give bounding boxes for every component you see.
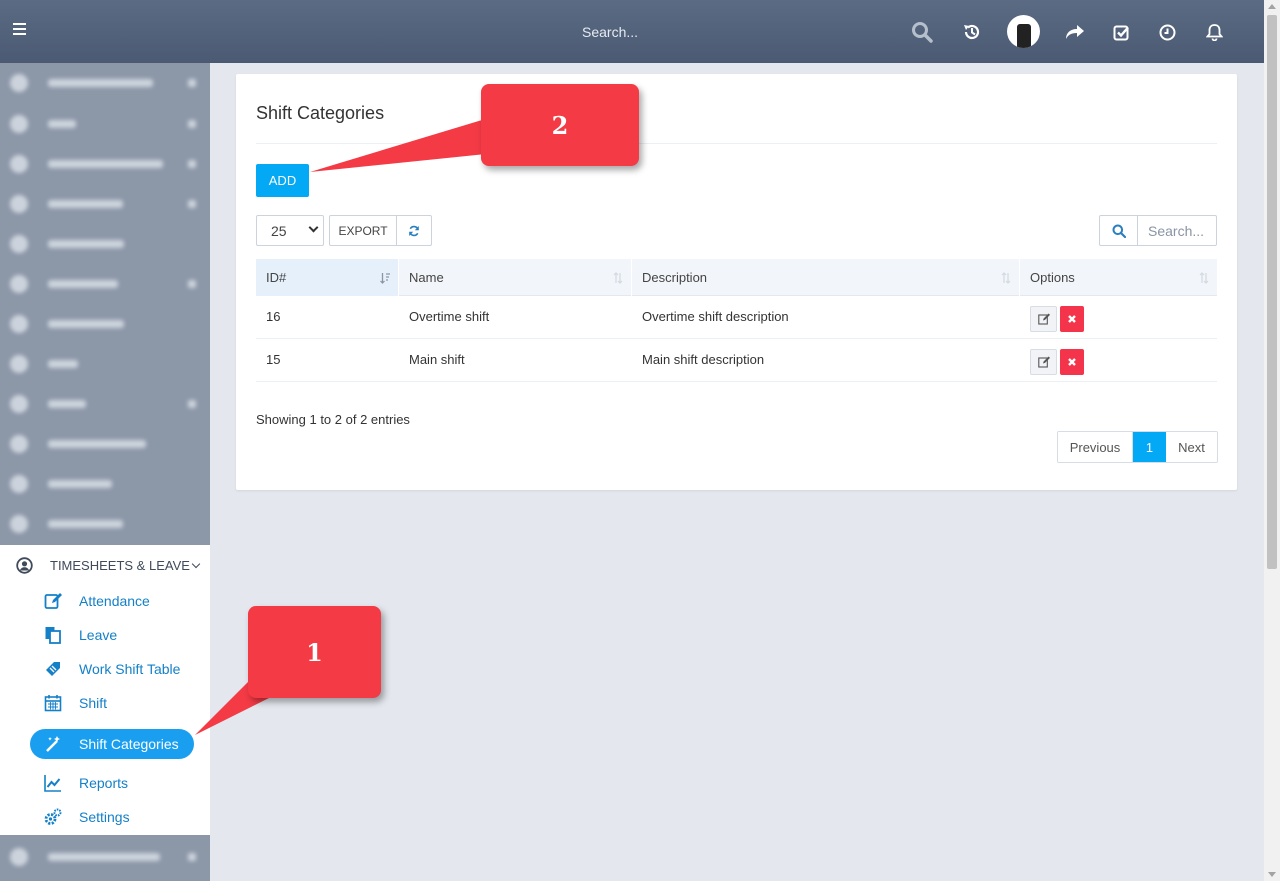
cell-id: 16 — [266, 309, 281, 324]
cell-description: Overtime shift description — [642, 309, 789, 324]
previous-page-button[interactable]: Previous — [1058, 432, 1133, 462]
close-icon — [1068, 358, 1076, 366]
user-circle-icon — [16, 556, 33, 574]
scrollbar-thumb[interactable] — [1267, 15, 1277, 569]
bell-icon[interactable] — [1200, 18, 1228, 46]
sidebar-item[interactable] — [10, 152, 196, 176]
sidebar-item-label: TIMESHEETS & LEAVE — [50, 557, 190, 573]
chevron-down-icon — [308, 222, 319, 233]
submenu-item-leave[interactable]: Leave — [44, 624, 117, 646]
sidebar-item[interactable] — [10, 352, 78, 376]
callout-2: 2 — [481, 84, 639, 166]
sidebar-item[interactable] — [10, 232, 124, 256]
column-header-id[interactable]: ID# — [256, 259, 399, 296]
edit-button[interactable] — [1030, 306, 1057, 332]
sidebar-item[interactable] — [10, 432, 146, 456]
cell-id: 15 — [266, 352, 281, 367]
edit-icon — [1037, 356, 1050, 368]
sidebar-item[interactable] — [10, 512, 123, 536]
calendar-icon — [44, 694, 62, 712]
table-info: Showing 1 to 2 of 2 entries — [256, 412, 410, 427]
shift-categories-card: Shift Categories ADD 25 EXPORT ID# Name … — [236, 74, 1237, 490]
pagination: Previous 1 Next — [1057, 431, 1218, 463]
gears-icon — [44, 808, 62, 826]
table-search-input[interactable] — [1137, 215, 1217, 246]
page-size-select[interactable]: 25 — [256, 215, 324, 246]
divider — [256, 143, 1217, 144]
table-search-button[interactable] — [1099, 215, 1138, 246]
delete-button[interactable] — [1060, 349, 1084, 375]
edit-icon — [1037, 313, 1050, 325]
check-square-icon[interactable] — [1107, 18, 1135, 46]
clock-icon[interactable] — [1153, 18, 1181, 46]
line-chart-icon — [44, 774, 62, 792]
cell-description: Main shift description — [642, 352, 765, 367]
search-icon[interactable] — [908, 18, 936, 46]
sort-icon — [613, 272, 623, 284]
cell-name: Overtime shift — [409, 309, 490, 324]
top-bar — [0, 0, 1264, 63]
scroll-down-arrow-icon[interactable] — [1268, 872, 1276, 877]
export-button[interactable]: EXPORT — [329, 215, 397, 246]
sidebar-item[interactable] — [10, 192, 196, 216]
refresh-icon — [409, 225, 419, 236]
sidebar-item[interactable] — [10, 845, 196, 869]
chevron-down-icon — [191, 559, 201, 568]
column-header-description[interactable]: Description — [632, 259, 1020, 296]
edit-icon — [44, 592, 62, 610]
global-search-input[interactable] — [570, 20, 900, 44]
sidebar-item-timesheets-leave[interactable]: TIMESHEETS & LEAVE — [0, 545, 210, 585]
sidebar-item[interactable] — [10, 472, 112, 496]
delete-button[interactable] — [1060, 306, 1084, 332]
refresh-button[interactable] — [396, 215, 432, 246]
sort-icon — [1001, 272, 1011, 284]
sidebar-item[interactable] — [10, 392, 196, 416]
callout-1: 1 — [248, 606, 381, 698]
sidebar-item[interactable] — [10, 112, 196, 136]
next-page-button[interactable]: Next — [1166, 432, 1217, 462]
avatar[interactable] — [1007, 15, 1040, 48]
page-title: Shift Categories — [256, 103, 385, 123]
close-icon — [1068, 315, 1076, 323]
sort-icon — [1199, 272, 1209, 284]
table-header: ID# Name Description Options — [256, 259, 1217, 296]
table-row: 15 Main shift Main shift description — [256, 339, 1217, 382]
magic-wand-icon — [44, 735, 62, 753]
column-header-name[interactable]: Name — [399, 259, 632, 296]
sidebar-footer — [0, 835, 210, 881]
history-icon[interactable] — [958, 18, 986, 46]
submenu-item-shift-categories[interactable]: Shift Categories — [30, 729, 194, 759]
submenu-item-reports[interactable]: Reports — [44, 772, 128, 794]
submenu-item-work-shift-table[interactable]: Work Shift Table — [44, 658, 180, 680]
scroll-up-arrow-icon[interactable] — [1268, 4, 1276, 9]
submenu-item-shift[interactable]: Shift — [44, 692, 107, 714]
cell-name: Main shift — [409, 352, 465, 367]
tag-icon — [44, 660, 62, 678]
search-icon — [1112, 224, 1126, 238]
sort-desc-icon — [380, 273, 390, 284]
column-header-options[interactable]: Options — [1020, 259, 1217, 296]
sidebar-user-welcome — [10, 71, 196, 95]
scrollbar[interactable] — [1264, 0, 1280, 881]
add-button[interactable]: ADD — [256, 164, 309, 197]
menu-icon[interactable] — [13, 23, 26, 39]
table-row: 16 Overtime shift Overtime shift descrip… — [256, 296, 1217, 339]
submenu-item-attendance[interactable]: Attendance — [44, 590, 150, 612]
copy-icon — [44, 626, 62, 644]
sidebar-item[interactable] — [10, 312, 124, 336]
sidebar-item[interactable] — [10, 272, 196, 296]
page-1-button[interactable]: 1 — [1133, 432, 1166, 462]
share-icon[interactable] — [1061, 18, 1089, 46]
submenu-item-settings[interactable]: Settings — [44, 806, 130, 828]
edit-button[interactable] — [1030, 349, 1057, 375]
